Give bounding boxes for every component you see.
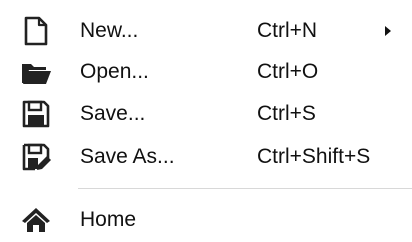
menu-item-open-shortcut: Ctrl+O: [257, 60, 319, 83]
menu-item-save-label: Save...: [80, 102, 146, 125]
home-icon: [22, 208, 50, 232]
menu-item-open[interactable]: Open... Ctrl+O: [0, 50, 412, 94]
menu-separator: [78, 188, 412, 189]
submenu-arrow-icon: [385, 26, 391, 36]
save-icon: [22, 100, 50, 128]
menu-item-new-shortcut: Ctrl+N: [257, 19, 318, 42]
menu-item-new[interactable]: New... Ctrl+N: [0, 9, 412, 53]
menu-item-save-as-shortcut: Ctrl+Shift+S: [257, 145, 371, 168]
context-menu: New... Ctrl+N Open... Ctrl+O Save... Ctr…: [0, 0, 412, 242]
menu-item-open-label: Open...: [80, 60, 149, 83]
menu-item-save-shortcut: Ctrl+S: [257, 102, 316, 125]
menu-item-new-label: New...: [80, 19, 139, 42]
folder-open-icon: [22, 64, 51, 84]
menu-item-home-label: Home: [80, 208, 137, 231]
menu-item-home[interactable]: Home: [0, 198, 412, 242]
new-document-icon: [24, 16, 48, 46]
save-as-icon: [22, 143, 51, 171]
menu-item-save-as-label: Save As...: [80, 145, 175, 168]
menu-item-save-as[interactable]: Save As... Ctrl+Shift+S: [0, 135, 412, 179]
menu-item-save[interactable]: Save... Ctrl+S: [0, 92, 412, 136]
